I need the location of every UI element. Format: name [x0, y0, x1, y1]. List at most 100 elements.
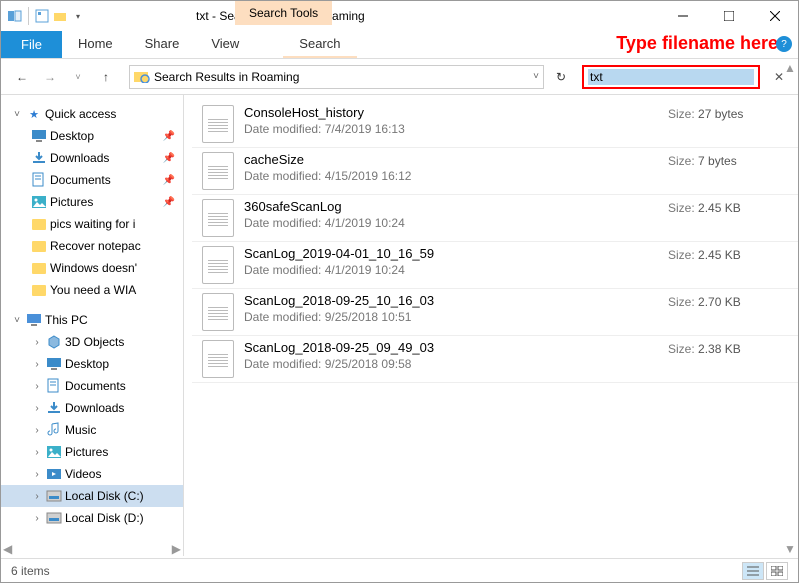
sidebar-item[interactable]: › Pictures [1, 441, 183, 463]
tab-share[interactable]: Share [129, 31, 196, 58]
file-tab[interactable]: File [1, 31, 62, 58]
sidebar-item[interactable]: ›Local Disk (C:) [1, 485, 183, 507]
result-item[interactable]: ScanLog_2018-09-25_09_49_03 Date modifie… [192, 336, 798, 383]
pictures-icon [46, 444, 62, 460]
3d-icon [46, 334, 62, 350]
chevron-right-icon[interactable]: › [31, 447, 43, 458]
help-icon[interactable]: ? [776, 36, 792, 52]
downloads-icon [31, 150, 47, 166]
quick-access-root[interactable]: ˅ ★ Quick access [1, 103, 183, 125]
sidebar-item[interactable]: Pictures📌 [1, 191, 183, 213]
tree-label: 3D Objects [65, 335, 124, 349]
desktop-icon [46, 356, 62, 372]
close-button[interactable] [752, 1, 798, 31]
chevron-right-icon[interactable]: › [31, 491, 43, 502]
sidebar-item[interactable]: Downloads📌 [1, 147, 183, 169]
breadcrumb[interactable]: Search Results in Roaming [154, 70, 529, 84]
address-dropdown-icon[interactable]: ˅ [533, 71, 539, 82]
tree-label: Pictures [65, 445, 108, 459]
item-name: ScanLog_2019-04-01_10_16_59 [244, 246, 658, 261]
tree-label: You need a WIA [50, 283, 136, 297]
tree-label: Quick access [45, 107, 116, 121]
result-item[interactable]: ScanLog_2018-09-25_10_16_03 Date modifie… [192, 289, 798, 336]
documents-icon [46, 378, 62, 394]
result-item[interactable]: cacheSize Date modified: 4/15/2019 16:12… [192, 148, 798, 195]
tab-home[interactable]: Home [62, 31, 129, 58]
item-size: Size: 7 bytes [668, 152, 788, 168]
sidebar-item[interactable]: ›Music [1, 419, 183, 441]
sidebar-item[interactable]: pics waiting for i [1, 213, 183, 235]
pin-icon: 📌 [163, 153, 175, 164]
vertical-scrollbar[interactable]: ▲▼ [782, 59, 798, 558]
tab-view[interactable]: View [195, 31, 255, 58]
maximize-button[interactable] [706, 1, 752, 31]
sidebar-item[interactable]: Desktop📌 [1, 125, 183, 147]
result-item[interactable]: 360safeScanLog Date modified: 4/1/2019 1… [192, 195, 798, 242]
sidebar-scrollbar[interactable]: ◀▶ [1, 542, 183, 556]
item-main: ConsoleHost_history Date modified: 7/4/2… [244, 105, 658, 136]
back-button[interactable]: ← [11, 66, 33, 88]
item-main: 360safeScanLog Date modified: 4/1/2019 1… [244, 199, 658, 230]
desktop-icon [31, 128, 47, 144]
sidebar-item[interactable]: You need a WIA [1, 279, 183, 301]
separator [28, 7, 29, 25]
sidebar-item[interactable]: Recover notepac [1, 235, 183, 257]
sidebar-item[interactable]: Windows doesn' [1, 257, 183, 279]
tree-label: Documents [50, 173, 111, 187]
tree-label: pics waiting for i [50, 217, 135, 231]
sidebar-item[interactable]: ›Documents [1, 375, 183, 397]
chevron-right-icon[interactable]: › [31, 403, 43, 414]
chevron-right-icon[interactable]: › [31, 359, 43, 370]
document-icon [202, 199, 234, 237]
tree-label: Recover notepac [50, 239, 141, 253]
document-icon [202, 340, 234, 378]
search-box[interactable] [582, 65, 760, 89]
address-bar[interactable]: Search Results in Roaming ˅ [129, 65, 544, 89]
item-main: cacheSize Date modified: 4/15/2019 16:12 [244, 152, 658, 183]
chevron-right-icon[interactable]: › [31, 513, 43, 524]
refresh-button[interactable]: ↻ [550, 66, 572, 88]
sidebar-item[interactable]: › Local Disk (D:) [1, 507, 183, 529]
tree-label: Desktop [50, 129, 94, 143]
minimize-button[interactable] [660, 1, 706, 31]
item-size: Size: 2.45 KB [668, 246, 788, 262]
search-input[interactable] [588, 69, 754, 85]
tab-search[interactable]: Search [283, 31, 356, 58]
qat-dropdown-icon[interactable]: ▾ [70, 8, 86, 24]
item-size: Size: 2.45 KB [668, 199, 788, 215]
sidebar-item[interactable]: Documents📌 [1, 169, 183, 191]
item-name: ConsoleHost_history [244, 105, 658, 120]
chevron-right-icon[interactable]: › [31, 469, 43, 480]
up-button[interactable]: ↑ [95, 66, 117, 88]
chevron-right-icon[interactable]: › [31, 425, 43, 436]
tree-label: Pictures [50, 195, 93, 209]
recent-dropdown[interactable]: ˅ [67, 66, 89, 88]
chevron-right-icon[interactable]: › [31, 337, 43, 348]
videos-icon [46, 466, 62, 482]
result-item[interactable]: ConsoleHost_history Date modified: 7/4/2… [192, 101, 798, 148]
properties-icon[interactable] [34, 8, 50, 24]
new-folder-icon[interactable] [52, 8, 68, 24]
sidebar-item[interactable]: ›Videos [1, 463, 183, 485]
tree-label: Local Disk (D:) [65, 511, 144, 525]
forward-button[interactable]: → [39, 66, 61, 88]
disk-icon [46, 510, 62, 526]
thumbnails-view-button[interactable] [766, 562, 788, 580]
folder-icon [31, 238, 47, 254]
sidebar-item[interactable]: ›Downloads [1, 397, 183, 419]
details-view-button[interactable] [742, 562, 764, 580]
item-name: ScanLog_2018-09-25_10_16_03 [244, 293, 658, 308]
sidebar-item[interactable]: › 3D Objects [1, 331, 183, 353]
tree-label: This PC [45, 313, 88, 327]
explorer-icon [7, 8, 23, 24]
tree-label: Windows doesn' [50, 261, 137, 275]
chevron-down-icon[interactable]: ˅ [11, 315, 23, 326]
document-icon [202, 246, 234, 284]
chevron-right-icon[interactable]: › [31, 381, 43, 392]
this-pc-root[interactable]: ˅ This PC [1, 309, 183, 331]
chevron-down-icon[interactable]: ˅ [11, 109, 23, 120]
result-item[interactable]: ScanLog_2019-04-01_10_16_59 Date modifie… [192, 242, 798, 289]
item-main: ScanLog_2018-09-25_10_16_03 Date modifie… [244, 293, 658, 324]
item-size: Size: 27 bytes [668, 105, 788, 121]
sidebar-item[interactable]: ›Desktop [1, 353, 183, 375]
